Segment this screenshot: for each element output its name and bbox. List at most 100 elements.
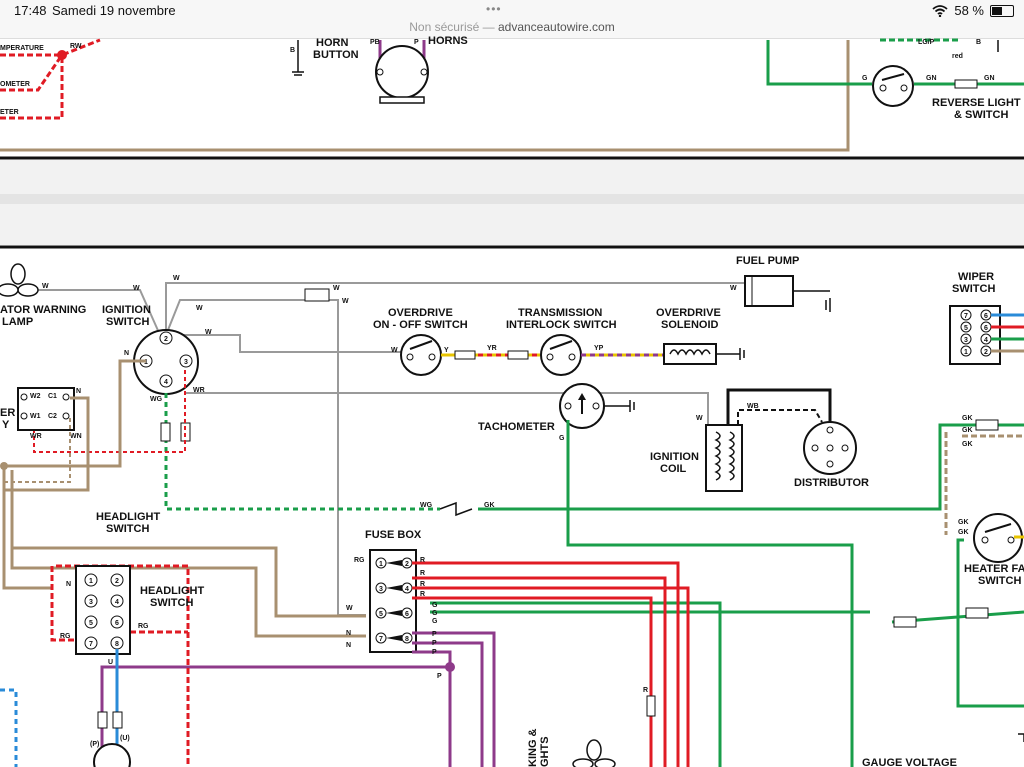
- wire-code-label: P: [432, 640, 437, 647]
- wire-code-label: N: [76, 388, 81, 395]
- wire-code-label: YR: [487, 345, 497, 352]
- battery-icon: [990, 4, 1014, 17]
- distributor-label: DISTRIBUTOR: [794, 477, 869, 489]
- wiper-switch-label-2: SWITCH: [952, 283, 995, 295]
- distributor-symbol: [803, 421, 857, 475]
- wire-code-label: Y: [444, 347, 449, 354]
- wire-code-label: 8: [115, 641, 119, 648]
- wire-code-label: 6: [115, 620, 119, 627]
- ignition-switch-label-1: IGNITION: [102, 304, 151, 316]
- tachometer-label: TACHOMETER: [478, 421, 555, 433]
- ignition-coil-label-2: COIL: [660, 463, 687, 475]
- headlight-switch-left-label-2: SWITCH: [106, 523, 149, 535]
- status-icons: 58 %: [932, 3, 1014, 18]
- wire-code-label: 1: [379, 561, 383, 568]
- overdrive-switch-label-1: OVERDRIVE: [388, 307, 453, 319]
- wire-code-label: 3: [379, 586, 383, 593]
- solenoid-symbol: [663, 343, 745, 365]
- wire-code-label: P: [432, 631, 437, 638]
- wire-code-label: W: [205, 329, 212, 336]
- wire-code-label: 4: [984, 337, 988, 344]
- wire-code-label: 6: [405, 611, 409, 618]
- heater-fan-switch-symbol: [973, 513, 1023, 563]
- page-separator: [0, 160, 1024, 245]
- horn-symbol: PB P: [370, 39, 429, 104]
- wire-code-label: 2: [984, 349, 988, 356]
- wire-code-label: G: [432, 610, 438, 617]
- wire-code-label: WB: [747, 403, 759, 410]
- wire-code-label: W: [696, 415, 703, 422]
- wire-code-label: N: [346, 630, 351, 637]
- warning-lamp-symbol: [0, 263, 39, 297]
- er-label: ER: [0, 407, 15, 419]
- heater-fan-label-1: HEATER FA: [964, 563, 1024, 575]
- parking-lights-label-1: KING &: [527, 728, 539, 767]
- wiper-switch-symbol: 7 5 3 1 6 6 4 2: [949, 305, 1001, 365]
- fuse-box-symbol: 1 2 3 4 5 6 7 8: [369, 549, 417, 653]
- ign-pin-2: 2: [164, 336, 168, 343]
- wire-code-label: 5: [379, 611, 383, 618]
- reverse-light-switch-symbol: [872, 65, 914, 107]
- eter-label: ETER: [0, 109, 19, 116]
- headlight-switch-left-label-1: HEADLIGHT: [96, 511, 160, 523]
- wire-code-label: 8: [405, 636, 409, 643]
- wiring-diagram: RW MPERATURE OMETER ETER B HORN BUTTON P…: [0, 35, 1024, 767]
- wire-code-label: RG: [138, 623, 149, 630]
- wire-code-label: (P): [90, 741, 99, 748]
- y-label: Y: [2, 419, 10, 431]
- wire-code-label: 5: [964, 325, 968, 332]
- wire-code-label: C2: [48, 413, 57, 420]
- wire-code-label: W: [333, 285, 340, 292]
- wire-code-label: 4: [405, 586, 409, 593]
- ign-pin-1: 1: [144, 359, 148, 366]
- address-bar[interactable]: Non sécurisé — advanceautowire.com: [0, 20, 1024, 34]
- wire-code-g-top: G: [862, 75, 868, 82]
- wire-code-label: N: [346, 642, 351, 649]
- wire-code-label: GK: [958, 529, 969, 536]
- wire-code-label: 3: [89, 599, 93, 606]
- wire-code-label: GK: [962, 415, 973, 422]
- date: Samedi 19 novembre: [52, 3, 176, 18]
- ignition-switch-symbol: 2 1 3 4: [133, 329, 199, 395]
- wire-code-label: W: [346, 605, 353, 612]
- wire-code-label: WR: [30, 433, 42, 440]
- reverse-light-label-2: & SWITCH: [954, 109, 1008, 121]
- overdrive-switch-symbol: [400, 334, 442, 376]
- multitasking-dots-icon[interactable]: •••: [486, 2, 502, 16]
- wire-code-label: YP: [594, 345, 604, 352]
- wire-code-label: W: [196, 305, 203, 312]
- wire-code-b-top: B: [976, 39, 981, 46]
- wire-code-label: 4: [115, 599, 119, 606]
- wire-code-label: P: [437, 673, 442, 680]
- wire-code-p: P: [414, 39, 419, 46]
- wiper-switch-label-1: WIPER: [958, 271, 994, 283]
- wire-code-label: RG: [354, 557, 365, 564]
- horn-button-symbol: B: [290, 40, 304, 76]
- main-page: 2 1 3 4 IGNITION SWITCH ATOR WARNING LAM…: [0, 245, 1024, 767]
- wire-code-label: G: [432, 602, 438, 609]
- fuel-pump-symbol: [744, 275, 831, 312]
- wire-code-label: W: [42, 283, 49, 290]
- wire-code-label: G: [432, 618, 438, 625]
- wire-code-label: W: [173, 275, 180, 282]
- wire-code-label: 2: [115, 578, 119, 585]
- wire-code-label: GK: [962, 427, 973, 434]
- wire-code-label: GK: [962, 441, 973, 448]
- wire-code-label: W: [391, 347, 398, 354]
- wire-code-b: B: [290, 47, 295, 54]
- warning-lamp-label-1: ATOR WARNING: [0, 304, 86, 316]
- fuel-pump-label: FUEL PUMP: [736, 255, 799, 267]
- ignition-switch-label-2: SWITCH: [106, 316, 149, 328]
- wire-code-gn-1: GN: [926, 75, 937, 82]
- wire-code-label: 2: [405, 561, 409, 568]
- wire-code-red: red: [952, 53, 963, 60]
- wire-code-label: RG: [60, 633, 71, 640]
- wire-code-label: R: [420, 557, 425, 564]
- wifi-icon: [932, 4, 948, 17]
- wire-code-label: W1: [30, 413, 41, 420]
- wire-code-label: N: [124, 350, 129, 357]
- url-text: advanceautowire.com: [497, 20, 615, 34]
- parking-lights-label-2: GHTS: [539, 736, 551, 767]
- parking-lamp-symbol: [572, 739, 616, 767]
- temperature-label: MPERATURE: [0, 45, 44, 52]
